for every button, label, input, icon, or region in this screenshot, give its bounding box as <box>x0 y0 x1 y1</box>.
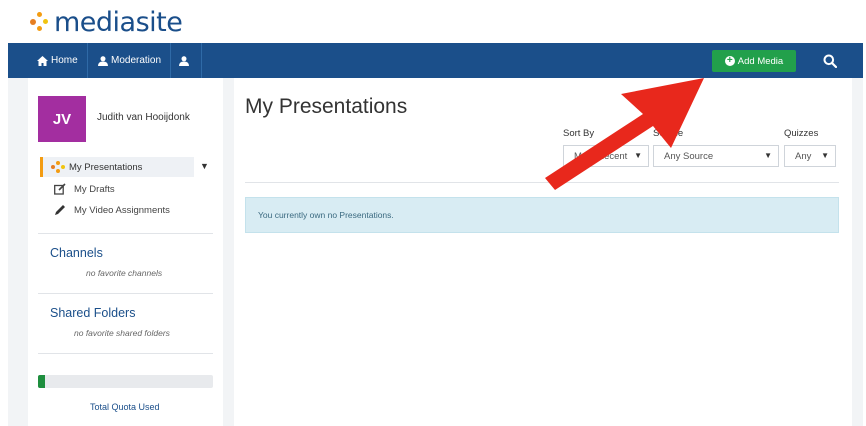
source-select[interactable]: Any Source ▼ <box>653 145 779 167</box>
sidebar-divider <box>38 233 213 234</box>
sidebar-item-my-video-assignments[interactable]: My Video Assignments <box>54 204 170 216</box>
sidebar-item-label: My Drafts <box>74 183 115 195</box>
sort-by-value: Most Recent <box>574 150 628 162</box>
profile-icon <box>179 55 189 66</box>
pencil-icon <box>55 205 65 215</box>
nav-home[interactable]: Home <box>28 43 88 78</box>
chevron-down-icon: ▼ <box>821 151 829 160</box>
quota-progress-bar <box>38 375 213 388</box>
logo-dots-icon <box>28 11 50 33</box>
chevron-down-icon: ▼ <box>764 151 772 160</box>
page-title: My Presentations <box>245 95 408 118</box>
main-divider <box>245 182 839 183</box>
main-panel <box>234 78 852 426</box>
chevron-down-icon[interactable]: ▼ <box>200 161 209 171</box>
source-label: Source <box>653 128 684 139</box>
quota-label: Total Quota Used <box>90 402 160 412</box>
add-media-label: Add Media <box>737 55 784 67</box>
edit-icon <box>54 183 66 195</box>
sidebar-item-my-presentations[interactable]: My Presentations <box>40 157 194 177</box>
channels-heading[interactable]: Channels <box>50 246 103 260</box>
avatar[interactable]: JV <box>38 96 86 142</box>
sort-by-label: Sort By <box>563 128 595 139</box>
home-icon <box>37 55 48 66</box>
plus-circle-icon: + <box>724 56 735 66</box>
sidebar-item-my-drafts[interactable]: My Drafts <box>54 183 115 195</box>
source-value: Any Source <box>664 150 714 162</box>
channels-empty-text: no favorite channels <box>86 268 163 278</box>
quizzes-select[interactable]: Any ▼ <box>784 145 836 167</box>
shared-folders-heading[interactable]: Shared Folders <box>50 306 135 320</box>
shared-folders-empty-text: no favorite shared folders <box>74 328 170 338</box>
sidebar-item-label: My Presentations <box>69 161 143 173</box>
sort-by-select[interactable]: Most Recent ▼ <box>563 145 649 167</box>
logo-text: mediasite <box>54 6 183 38</box>
info-message: You currently own no Presentations. <box>245 197 839 233</box>
nav-moderation[interactable]: Moderation <box>89 43 172 78</box>
presentations-icon <box>51 161 65 173</box>
sidebar-divider <box>38 353 213 354</box>
mediasite-logo[interactable]: mediasite <box>28 6 183 38</box>
sidebar-item-label: My Video Assignments <box>74 204 170 216</box>
search-button[interactable] <box>812 43 848 78</box>
add-media-button[interactable]: + Add Media <box>712 50 796 72</box>
user-icon <box>98 55 108 66</box>
nav-home-label: Home <box>51 55 78 66</box>
sidebar-divider <box>38 293 213 294</box>
search-icon <box>823 54 837 68</box>
quota-progress-fill <box>38 375 45 388</box>
quizzes-value: Any <box>795 150 812 162</box>
chevron-down-icon: ▼ <box>634 151 642 160</box>
nav-moderation-label: Moderation <box>111 55 162 66</box>
quizzes-label: Quizzes <box>784 128 819 139</box>
user-name: Judith van Hooijdonk <box>97 112 190 123</box>
nav-profile[interactable] <box>170 43 202 78</box>
